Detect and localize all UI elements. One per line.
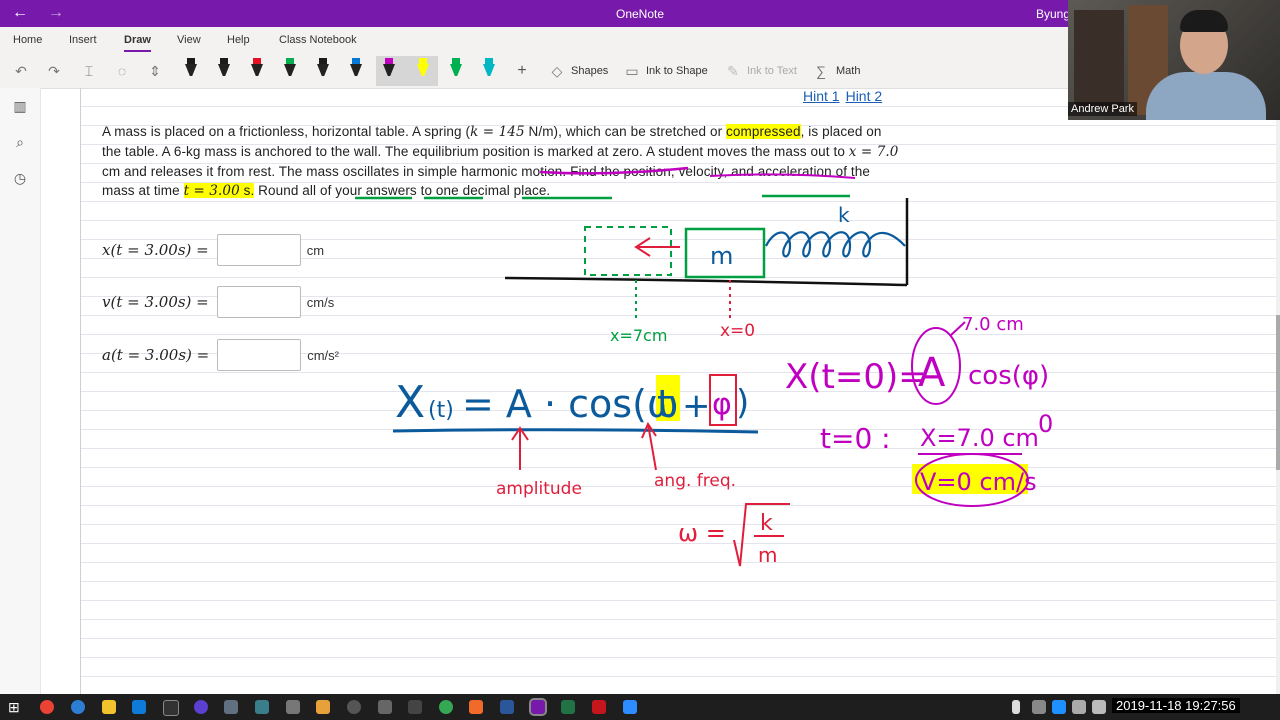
ink-init-cos: cos(φ) bbox=[968, 361, 1049, 391]
bookshelf bbox=[1074, 10, 1124, 110]
ink-underline-releases bbox=[539, 166, 689, 175]
ink-motion-arrow bbox=[634, 237, 680, 257]
ink-t0-label: t=0 : bbox=[820, 422, 891, 455]
ink-t0-x: X=7.0 cm bbox=[920, 424, 1039, 452]
ink-eq-t: t bbox=[657, 382, 672, 426]
ink-x0-label: x=0 bbox=[720, 321, 755, 341]
windows-taskbar: ⊞ 2019-11-18 19:27:56 bbox=[0, 694, 1280, 720]
app-icon[interactable] bbox=[592, 700, 606, 714]
ink-omega-lhs: ω = bbox=[678, 519, 726, 547]
zoom-icon[interactable] bbox=[623, 700, 637, 714]
app-icon[interactable] bbox=[286, 700, 300, 714]
ink-mass-label: m bbox=[710, 242, 733, 270]
ink-eq-phi: φ bbox=[712, 387, 732, 422]
app-icon[interactable] bbox=[224, 700, 238, 714]
word-icon[interactable] bbox=[500, 700, 514, 714]
ink-amplitude-arrow bbox=[511, 426, 529, 470]
chrome-icon[interactable] bbox=[40, 700, 54, 714]
tray-icon[interactable] bbox=[1012, 700, 1020, 714]
presenter-torso bbox=[1146, 72, 1266, 120]
ink-spring-label: k bbox=[838, 203, 850, 227]
app-icon[interactable] bbox=[378, 700, 392, 714]
excel-icon[interactable] bbox=[561, 700, 575, 714]
ink-eq-plus: + bbox=[682, 386, 711, 426]
ink-init-7cm: 7.0 cm bbox=[962, 314, 1024, 335]
app-icon[interactable] bbox=[469, 700, 483, 714]
ink-amplitude-label: amplitude bbox=[496, 479, 582, 499]
ink-eq-x: X bbox=[395, 377, 425, 428]
presenter-name: Andrew Park bbox=[1068, 102, 1137, 116]
ink-t0-v: V=0 cm/s bbox=[920, 468, 1037, 496]
app-icon[interactable] bbox=[316, 700, 330, 714]
app-icon[interactable] bbox=[347, 700, 361, 714]
taskbar-clock[interactable]: 2019-11-18 19:27:56 bbox=[1112, 698, 1240, 713]
app-icon[interactable] bbox=[439, 700, 453, 714]
terminal-icon[interactable] bbox=[163, 700, 179, 716]
presenter-hair bbox=[1180, 10, 1228, 32]
ink-omega-m: m bbox=[758, 543, 777, 567]
ink-phi-zero: 0 bbox=[1038, 410, 1053, 438]
tray-icon[interactable] bbox=[1052, 700, 1066, 714]
ink-eq-underline bbox=[392, 428, 759, 434]
ink-init-A: A bbox=[918, 350, 946, 396]
app-icon[interactable] bbox=[71, 700, 85, 714]
onenote-icon[interactable] bbox=[529, 698, 547, 716]
windows-start-icon[interactable]: ⊞ bbox=[8, 700, 22, 714]
tray-icon[interactable] bbox=[1032, 700, 1046, 714]
ink-angfreq-label: ang. freq. bbox=[654, 471, 736, 491]
ink-init-eq: X(t=0)= bbox=[785, 357, 927, 397]
ink-underline-oscillates bbox=[709, 173, 856, 179]
app-icon[interactable] bbox=[194, 700, 208, 714]
app-icon[interactable] bbox=[255, 700, 269, 714]
ink-eq-close: ) bbox=[736, 383, 749, 423]
webcam-overlay: Andrew Park bbox=[1068, 0, 1280, 120]
ink-eq-t-arg: (t) bbox=[428, 398, 454, 423]
edge-icon[interactable] bbox=[132, 700, 146, 714]
ink-omega-k: k bbox=[760, 511, 773, 536]
ink-eq-body: = A · cos(ω bbox=[462, 382, 679, 426]
app-icon[interactable] bbox=[408, 700, 422, 714]
tray-icon[interactable] bbox=[1092, 700, 1106, 714]
ink-floor bbox=[504, 276, 908, 287]
tray-icon[interactable] bbox=[1072, 700, 1086, 714]
ink-spring bbox=[765, 231, 906, 258]
ink-x7-label: x=7cm bbox=[610, 326, 667, 345]
file-explorer-icon[interactable] bbox=[102, 700, 116, 714]
ink-displaced-mass bbox=[584, 226, 672, 276]
